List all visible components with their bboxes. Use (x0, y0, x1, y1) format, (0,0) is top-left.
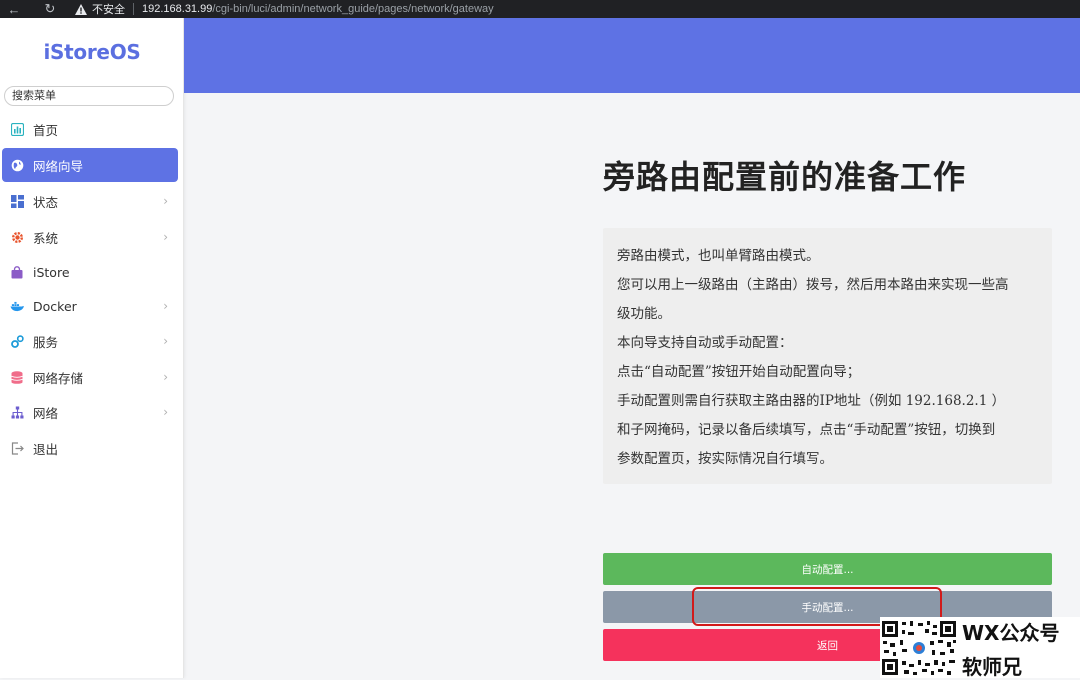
grid-icon (10, 194, 24, 208)
logout-icon (10, 441, 24, 455)
sidebar-item-label: Docker (33, 298, 77, 314)
description-line: 级功能。 (617, 306, 671, 322)
insecure-label: 不安全 (92, 4, 125, 16)
sidebar-item-logout[interactable]: 退出 (2, 431, 178, 465)
sidebar-item-system[interactable]: 系统 › (2, 220, 178, 254)
address-bar[interactable]: 不安全 192.168.31.99 /cgi-bin/luci/admin/ne… (74, 0, 494, 18)
sidebar-item-status[interactable]: 状态 › (2, 184, 178, 218)
sidebar-item-label: 退出 (33, 441, 59, 457)
back-arrow-icon[interactable]: ← (4, 0, 24, 18)
logo[interactable]: iStoreOS (0, 40, 184, 64)
sidebar-item-label: 服务 (33, 334, 59, 350)
sidebar-item-label: 状态 (33, 194, 59, 210)
storage-icon (10, 370, 24, 384)
auto-config-button[interactable]: 自动配置... (603, 553, 1052, 585)
store-icon (10, 265, 24, 279)
chevron-right-icon: › (163, 299, 168, 313)
description-line: 和子网掩码，记录以备后续填写，点击“手动配置”按钮，切换到 (617, 422, 996, 438)
page-title: 旁路由配置前的准备工作 (603, 158, 967, 196)
sidebar-item-label: iStore (33, 264, 70, 280)
description-line: 参数配置页，按实际情况自行填写。 (617, 451, 833, 467)
qr-code-icon (880, 619, 958, 677)
description-line: 点击“自动配置”按钮开始自动配置向导； (617, 364, 861, 380)
watermark: WX公众号 软师兄 (880, 617, 1080, 679)
chevron-right-icon: › (163, 230, 168, 244)
sidebar-item-label: 网络 (33, 405, 59, 421)
sidebar-item-docker[interactable]: Docker › (2, 289, 178, 323)
chevron-right-icon: › (163, 194, 168, 208)
sidebar-item-services[interactable]: 服务 › (2, 324, 178, 358)
docker-icon (10, 299, 24, 313)
sidebar-item-istore[interactable]: iStore (2, 255, 178, 289)
description-line: 手动配置则需自行获取主路由器的IP地址（例如 192.168.2.1 ） (617, 393, 1006, 409)
sidebar: iStoreOS 搜索菜单 首页 网络向导 状态 › 系统 › iStore D… (0, 18, 184, 678)
watermark-line1: WX公众号 (962, 621, 1060, 645)
sidebar-item-label: 网络向导 (33, 158, 84, 174)
chevron-right-icon: › (163, 370, 168, 384)
services-icon (10, 334, 24, 348)
description-panel: 旁路由模式，也叫单臂路由模式。 您可以用上一级路由（主路由）拨号，然后用本路由来… (603, 228, 1052, 484)
address-divider (133, 3, 134, 15)
sidebar-item-network-storage[interactable]: 网络存储 › (2, 360, 178, 394)
sidebar-item-network-guide[interactable]: 网络向导 (2, 148, 178, 182)
sidebar-item-network[interactable]: 网络 › (2, 395, 178, 429)
chevron-right-icon: › (163, 334, 168, 348)
url-host: 192.168.31.99 (142, 3, 213, 15)
sidebar-item-label: 网络存储 (33, 370, 84, 386)
sidebar-item-label: 首页 (33, 122, 59, 138)
warning-icon (74, 2, 88, 16)
globe-icon (10, 158, 24, 172)
watermark-line2: 软师兄 (962, 655, 1022, 679)
reload-icon[interactable]: ↻ (40, 0, 60, 18)
description-line: 旁路由模式，也叫单臂路由模式。 (617, 248, 820, 264)
sidebar-item-home[interactable]: 首页 (2, 112, 178, 146)
header-band (184, 18, 1080, 93)
sidebar-item-label: 系统 (33, 230, 59, 246)
url-path: /cgi-bin/luci/admin/network_guide/pages/… (212, 3, 494, 15)
browser-bar: ← ↻ 不安全 192.168.31.99 /cgi-bin/luci/admi… (0, 0, 1080, 18)
description-line: 本向导支持自动或手动配置： (617, 335, 793, 351)
chevron-right-icon: › (163, 405, 168, 419)
dashboard-icon (10, 122, 24, 136)
description-line: 您可以用上一级路由（主路由）拨号，然后用本路由来实现一些高 (617, 277, 1009, 293)
search-input[interactable]: 搜索菜单 (4, 86, 174, 106)
network-icon (10, 405, 24, 419)
gear-icon (10, 230, 24, 244)
